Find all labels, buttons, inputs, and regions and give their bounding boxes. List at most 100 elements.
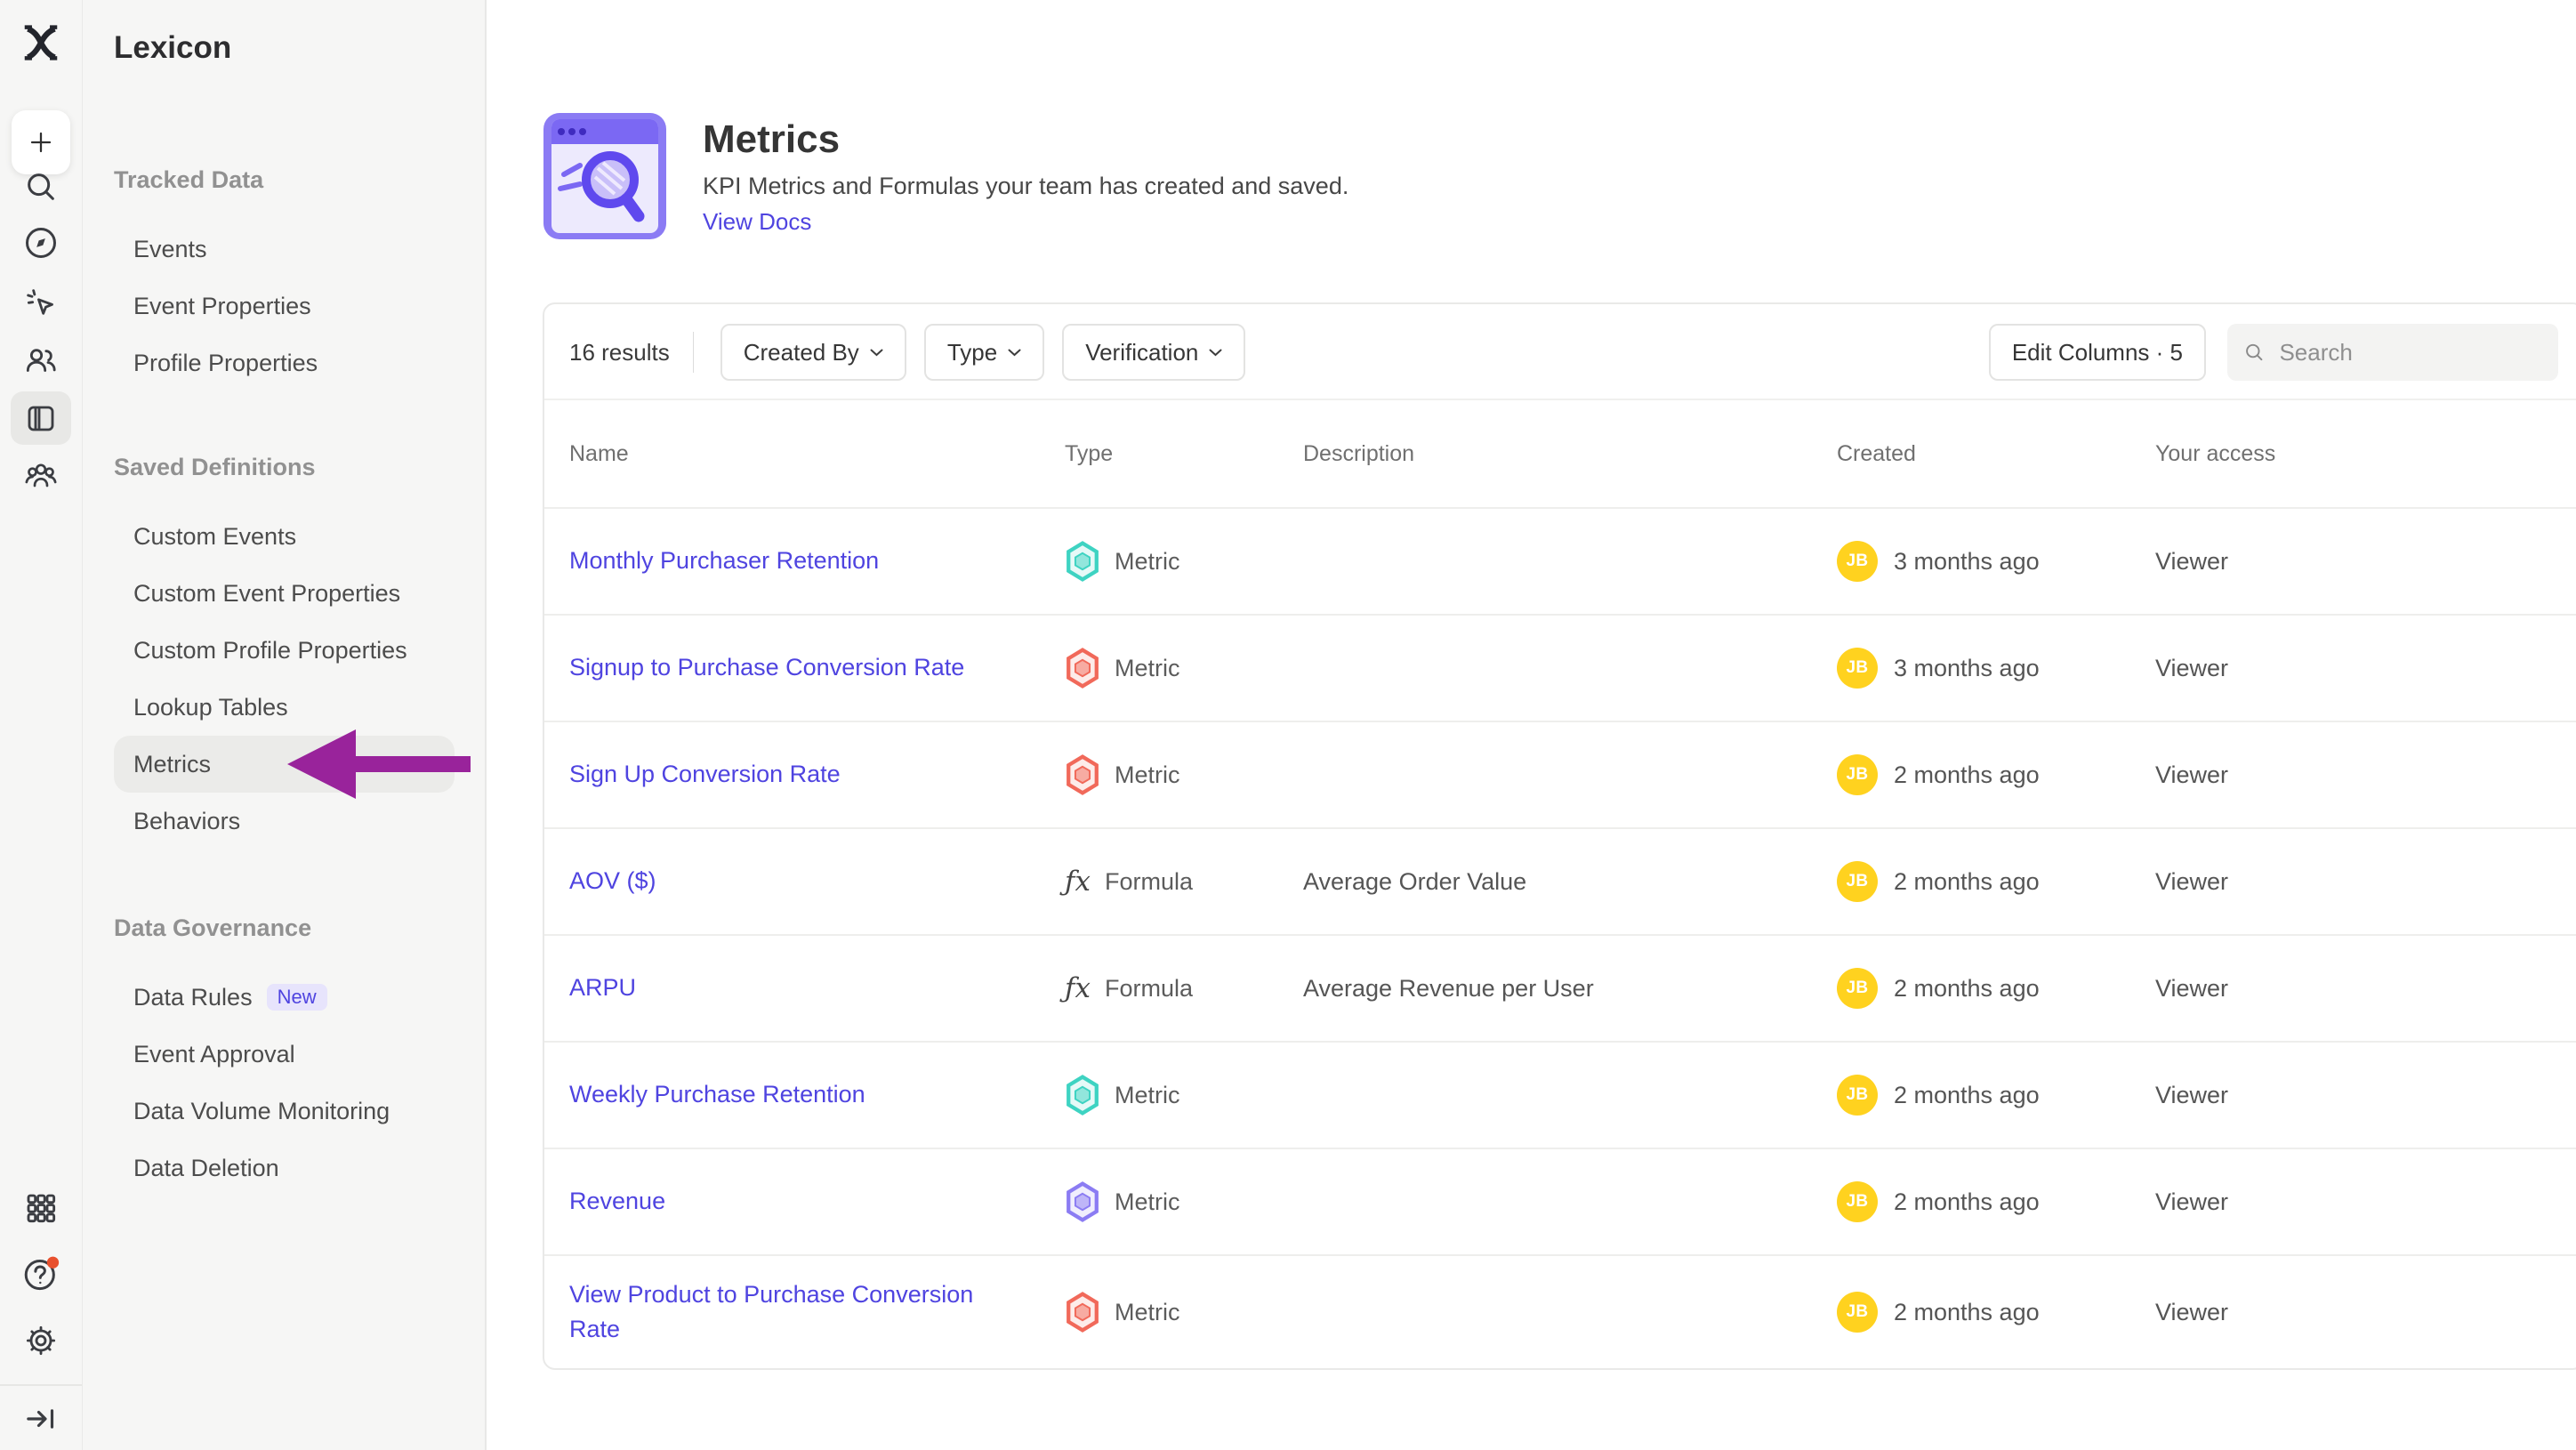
created-cell: JB 2 months ago bbox=[1837, 1181, 2155, 1222]
access-cell: Viewer bbox=[2155, 655, 2576, 682]
sidebar-item-profile-properties[interactable]: Profile Properties bbox=[114, 334, 455, 391]
type-label: Metric bbox=[1115, 1299, 1180, 1326]
sidebar-item-label: Behaviors bbox=[133, 808, 240, 835]
type-label: Metric bbox=[1115, 548, 1180, 576]
type-label: Metric bbox=[1115, 761, 1180, 789]
edit-columns-label: Edit Columns · 5 bbox=[2012, 339, 2183, 367]
cohorts-group-icon[interactable] bbox=[21, 455, 60, 495]
metric-name-link[interactable]: Signup to Purchase Conversion Rate bbox=[569, 650, 964, 685]
section-tracked-data: Tracked Data Events Event Properties Pro… bbox=[114, 165, 455, 391]
table-row: Signup to Purchase Conversion Rate ƒx Me… bbox=[544, 614, 2576, 721]
table-header-row: Name Type Description Created Your acces… bbox=[544, 400, 2576, 507]
view-docs-link[interactable]: View Docs bbox=[703, 208, 811, 236]
metric-name-link[interactable]: Sign Up Conversion Rate bbox=[569, 757, 841, 792]
section-data-governance: Data Governance Data Rules New Event App… bbox=[114, 914, 455, 1196]
sidebar-item-event-properties[interactable]: Event Properties bbox=[114, 278, 455, 334]
sidebar-item-label: Event Approval bbox=[133, 1041, 295, 1068]
avatar: JB bbox=[1837, 861, 1878, 902]
column-header-name[interactable]: Name bbox=[569, 441, 1065, 467]
type-label: Metric bbox=[1115, 1082, 1180, 1109]
avatar: JB bbox=[1837, 1075, 1878, 1116]
chevron-down-icon bbox=[1008, 349, 1021, 357]
search-icon[interactable] bbox=[21, 167, 60, 206]
help-icon[interactable] bbox=[21, 1254, 60, 1293]
sidebar-item-label: Events bbox=[133, 236, 207, 263]
created-cell: JB 2 months ago bbox=[1837, 861, 2155, 902]
events-click-icon[interactable] bbox=[21, 284, 60, 323]
settings-gear-icon[interactable] bbox=[21, 1321, 60, 1360]
chevron-down-icon bbox=[870, 349, 883, 357]
metric-name-link[interactable]: Weekly Purchase Retention bbox=[569, 1077, 865, 1112]
access-cell: Viewer bbox=[2155, 548, 2576, 576]
toolbar-divider bbox=[693, 332, 694, 373]
notification-dot bbox=[47, 1257, 59, 1269]
filter-created-by[interactable]: Created By bbox=[720, 324, 906, 381]
sidebar-item-data-rules[interactable]: Data Rules New bbox=[114, 969, 455, 1026]
expand-sidebar-icon[interactable] bbox=[21, 1399, 60, 1438]
sidebar-item-custom-events[interactable]: Custom Events bbox=[114, 508, 455, 565]
lexicon-sidebar: Lexicon Tracked Data Events Event Proper… bbox=[82, 0, 487, 1450]
avatar: JB bbox=[1837, 541, 1878, 582]
sidebar-title: Lexicon bbox=[114, 30, 231, 66]
type-label: Formula bbox=[1105, 975, 1193, 1003]
created-label: 2 months ago bbox=[1894, 761, 2040, 789]
type-cell: ƒx Metric bbox=[1065, 1075, 1303, 1116]
sidebar-item-data-deletion[interactable]: Data Deletion bbox=[114, 1140, 455, 1196]
avatar: JB bbox=[1837, 648, 1878, 689]
filter-label: Created By bbox=[744, 339, 859, 367]
created-cell: JB 3 months ago bbox=[1837, 648, 2155, 689]
sidebar-item-events[interactable]: Events bbox=[114, 221, 455, 278]
access-cell: Viewer bbox=[2155, 1299, 2576, 1326]
filter-label: Type bbox=[947, 339, 997, 367]
created-label: 2 months ago bbox=[1894, 1299, 2040, 1326]
filter-verification[interactable]: Verification bbox=[1062, 324, 1245, 381]
metric-hexagon-icon bbox=[1065, 1292, 1100, 1333]
created-label: 2 months ago bbox=[1894, 1188, 2040, 1216]
sidebar-item-label: Data Volume Monitoring bbox=[133, 1098, 390, 1125]
created-label: 2 months ago bbox=[1894, 868, 2040, 896]
edit-columns-button[interactable]: Edit Columns · 5 bbox=[1989, 324, 2206, 381]
metric-name-link[interactable]: Monthly Purchaser Retention bbox=[569, 544, 879, 578]
metric-name-link[interactable]: Revenue bbox=[569, 1184, 665, 1219]
type-cell: ƒx Metric bbox=[1065, 1181, 1303, 1222]
column-header-created[interactable]: Created bbox=[1837, 441, 2155, 467]
search-box[interactable] bbox=[2227, 324, 2558, 381]
column-header-type[interactable]: Type bbox=[1065, 441, 1303, 467]
metric-name-link[interactable]: View Product to Purchase Conversion Rate bbox=[569, 1277, 1014, 1347]
created-label: 3 months ago bbox=[1894, 655, 2040, 682]
sidebar-item-label: Data Deletion bbox=[133, 1155, 279, 1182]
sidebar-item-event-approval[interactable]: Event Approval bbox=[114, 1026, 455, 1083]
app-logo-x-icon[interactable] bbox=[21, 23, 60, 62]
main-content: Metrics KPI Metrics and Formulas your te… bbox=[487, 0, 2576, 1450]
column-header-your-access[interactable]: Your access bbox=[2155, 441, 2576, 467]
metric-name-link[interactable]: ARPU bbox=[569, 971, 636, 1005]
access-cell: Viewer bbox=[2155, 761, 2576, 789]
new-button[interactable] bbox=[12, 110, 70, 174]
type-cell: ƒx Metric bbox=[1065, 754, 1303, 795]
metric-name-link[interactable]: AOV ($) bbox=[569, 864, 656, 898]
avatar: JB bbox=[1837, 1292, 1878, 1333]
table-row: Sign Up Conversion Rate ƒx Metric JB 2 m… bbox=[544, 721, 2576, 827]
sidebar-item-custom-event-properties[interactable]: Custom Event Properties bbox=[114, 565, 455, 622]
sidebar-item-label: Custom Profile Properties bbox=[133, 637, 407, 665]
metric-hexagon-icon bbox=[1065, 1075, 1100, 1116]
sidebar-item-label: Lookup Tables bbox=[133, 694, 288, 721]
table-row: Monthly Purchaser Retention ƒx Metric JB… bbox=[544, 507, 2576, 614]
sidebar-item-lookup-tables[interactable]: Lookup Tables bbox=[114, 679, 455, 736]
discover-compass-icon[interactable] bbox=[21, 223, 60, 262]
type-label: Formula bbox=[1105, 868, 1193, 896]
avatar: JB bbox=[1837, 754, 1878, 795]
type-cell: ƒx Metric bbox=[1065, 541, 1303, 582]
lexicon-panel-icon[interactable] bbox=[21, 399, 60, 438]
created-cell: JB 2 months ago bbox=[1837, 968, 2155, 1009]
description-cell: Average Revenue per User bbox=[1303, 975, 1837, 1003]
filter-type[interactable]: Type bbox=[924, 324, 1044, 381]
search-input[interactable] bbox=[2277, 338, 2542, 367]
sidebar-item-data-volume-monitoring[interactable]: Data Volume Monitoring bbox=[114, 1083, 455, 1140]
users-icon[interactable] bbox=[21, 340, 60, 379]
apps-grid-icon[interactable] bbox=[21, 1188, 60, 1228]
metric-hexagon-icon bbox=[1065, 648, 1100, 689]
sidebar-item-custom-profile-properties[interactable]: Custom Profile Properties bbox=[114, 622, 455, 679]
column-header-description[interactable]: Description bbox=[1303, 441, 1837, 467]
avatar: JB bbox=[1837, 968, 1878, 1009]
